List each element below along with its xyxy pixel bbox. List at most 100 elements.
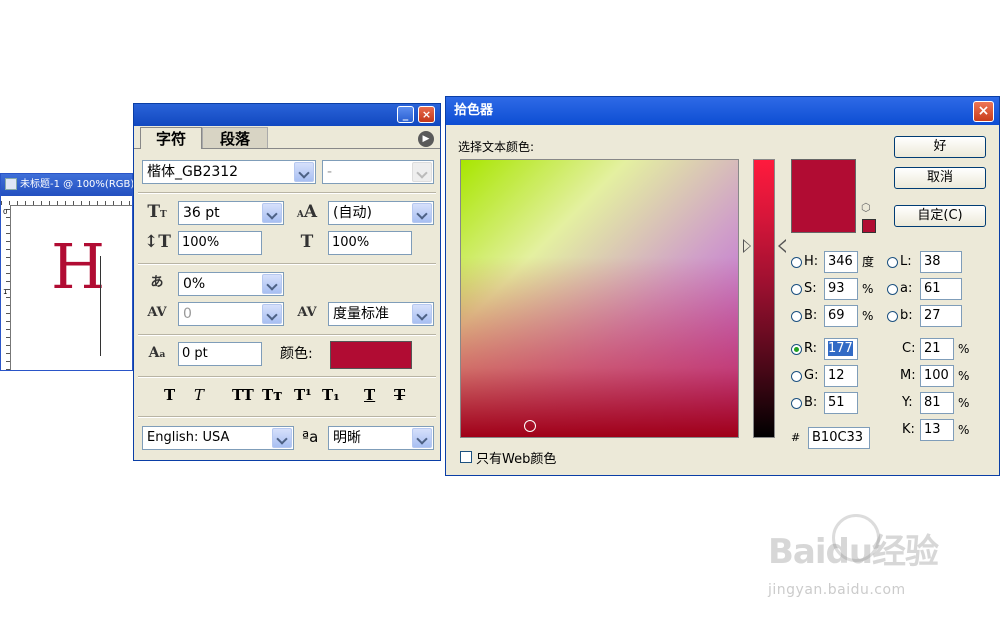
tracking-select[interactable]: 度量标准	[328, 302, 434, 326]
font-family-value: 楷体_GB2312	[147, 164, 239, 180]
baseline-shift-field[interactable]: 0 pt	[178, 342, 262, 366]
faux-bold-button[interactable]: T	[164, 386, 175, 404]
blue-label: B:	[804, 395, 818, 410]
faux-italic-button[interactable]: T	[194, 386, 204, 404]
superscript-button[interactable]: T¹	[294, 386, 312, 404]
chevron-down-icon[interactable]	[262, 274, 282, 294]
minimize-icon[interactable]: _	[397, 106, 414, 123]
chevron-down-icon[interactable]	[412, 203, 432, 223]
divider	[138, 334, 436, 336]
language-value: English: USA	[147, 430, 230, 445]
chevron-down-icon[interactable]	[412, 304, 432, 324]
saturation-field[interactable]: 93	[824, 278, 858, 300]
lab-a-field[interactable]: 61	[920, 278, 962, 300]
red-value: 177	[828, 341, 853, 356]
cancel-button[interactable]: 取消	[894, 167, 986, 189]
font-size-icon: TT	[147, 202, 167, 222]
radio-lab-l[interactable]	[887, 257, 898, 268]
lab-a-label: a:	[900, 281, 913, 296]
kerning-value: 0	[183, 306, 192, 322]
brightness-field[interactable]: 69	[824, 305, 858, 327]
lab-b-label: b:	[900, 308, 913, 323]
out-of-gamut-cube-icon[interactable]: ⬡	[861, 201, 871, 214]
cyan-field[interactable]: 21	[920, 338, 954, 360]
color-field-shade	[461, 160, 738, 437]
document-title-bar[interactable]: 未标题-1 @ 100%(RGB)	[1, 174, 134, 196]
divider	[138, 376, 436, 378]
chevron-down-icon[interactable]	[262, 203, 282, 223]
small-caps-button[interactable]: Tт	[262, 386, 282, 404]
horizontal-scale-field[interactable]: 100%	[328, 231, 412, 255]
blue-field[interactable]: 51	[824, 392, 858, 414]
character-palette: _ × 字符 段落 ▶ 楷体_GB2312 - TT 36 pt AA (自动)…	[133, 103, 441, 461]
leading-value: (自动)	[333, 205, 372, 221]
radio-brightness[interactable]	[791, 311, 802, 322]
radio-blue[interactable]	[791, 398, 802, 409]
text-color-swatch[interactable]	[330, 341, 412, 369]
slider-arrow-right-fill	[780, 241, 786, 251]
cyan-label: C:	[902, 341, 916, 356]
text-cursor	[100, 256, 101, 356]
tsume-value: 0%	[183, 276, 206, 292]
hex-field[interactable]: B10C33	[808, 427, 870, 449]
document-window[interactable]: 未标题-1 @ 100%(RGB) 0 1 H	[0, 173, 134, 371]
lab-l-field[interactable]: 38	[920, 251, 962, 273]
strikethrough-button[interactable]: T	[394, 386, 405, 404]
web-only-checkbox[interactable]	[460, 451, 472, 463]
tab-paragraph[interactable]: 段落	[202, 127, 268, 149]
hex-label: #	[791, 431, 801, 444]
magenta-label: M:	[900, 368, 916, 383]
ok-button[interactable]: 好	[894, 136, 986, 158]
red-label: R:	[804, 341, 818, 356]
underline-button[interactable]: T	[364, 386, 375, 404]
radio-lab-a[interactable]	[887, 284, 898, 295]
color-field[interactable]	[460, 159, 739, 438]
color-field-marker[interactable]	[524, 420, 536, 432]
language-select[interactable]: English: USA	[142, 426, 294, 450]
dialog-title: 拾色器	[454, 103, 494, 118]
radio-red[interactable]	[791, 344, 802, 355]
canvas-text-layer[interactable]: H	[51, 236, 105, 298]
hue-field[interactable]: 346	[824, 251, 858, 273]
green-field[interactable]: 12	[824, 365, 858, 387]
leading-select[interactable]: (自动)	[328, 201, 434, 225]
chevron-down-icon[interactable]	[272, 428, 292, 448]
chevron-down-icon[interactable]	[262, 304, 282, 324]
black-unit: %	[958, 423, 970, 437]
vertical-scale-field[interactable]: 100%	[178, 231, 262, 255]
color-label: 颜色:	[280, 346, 313, 362]
palette-menu-icon[interactable]: ▶	[418, 131, 434, 147]
custom-button[interactable]: 自定(C)	[894, 205, 986, 227]
palette-title-bar[interactable]	[134, 104, 440, 126]
anti-alias-select[interactable]: 明晰	[328, 426, 434, 450]
close-icon[interactable]: ×	[973, 101, 994, 122]
font-size-select[interactable]: 36 pt	[178, 201, 284, 225]
chevron-down-icon[interactable]	[412, 428, 432, 448]
hue-label: H:	[804, 254, 819, 269]
dialog-title-bar[interactable]: 拾色器	[446, 97, 999, 125]
radio-lab-b[interactable]	[887, 311, 898, 322]
kerning-icon: AV	[147, 305, 167, 320]
tracking-value: 度量标准	[333, 306, 389, 322]
font-family-select[interactable]: 楷体_GB2312	[142, 160, 316, 184]
tsume-select[interactable]: 0%	[178, 272, 284, 296]
yellow-field[interactable]: 81	[920, 392, 954, 414]
web-safe-swatch[interactable]	[862, 219, 876, 233]
magenta-field[interactable]: 100	[920, 365, 954, 387]
tab-character[interactable]: 字符	[140, 127, 202, 149]
all-caps-button[interactable]: TT	[232, 386, 254, 404]
close-icon[interactable]: ×	[418, 106, 435, 123]
chevron-down-icon[interactable]	[294, 162, 314, 182]
leading-icon: AA	[296, 202, 318, 222]
slider-arrow-left-fill	[744, 241, 750, 251]
red-field[interactable]: 177	[824, 338, 858, 360]
horizontal-scale-icon: T	[300, 232, 314, 252]
lab-b-field[interactable]: 27	[920, 305, 962, 327]
radio-green[interactable]	[791, 371, 802, 382]
subscript-button[interactable]: T₁	[322, 386, 340, 404]
radio-hue[interactable]	[791, 257, 802, 268]
radio-saturation[interactable]	[791, 284, 802, 295]
anti-alias-icon: ªa	[302, 428, 319, 446]
black-field[interactable]: 13	[920, 419, 954, 441]
hue-slider[interactable]	[753, 159, 775, 438]
